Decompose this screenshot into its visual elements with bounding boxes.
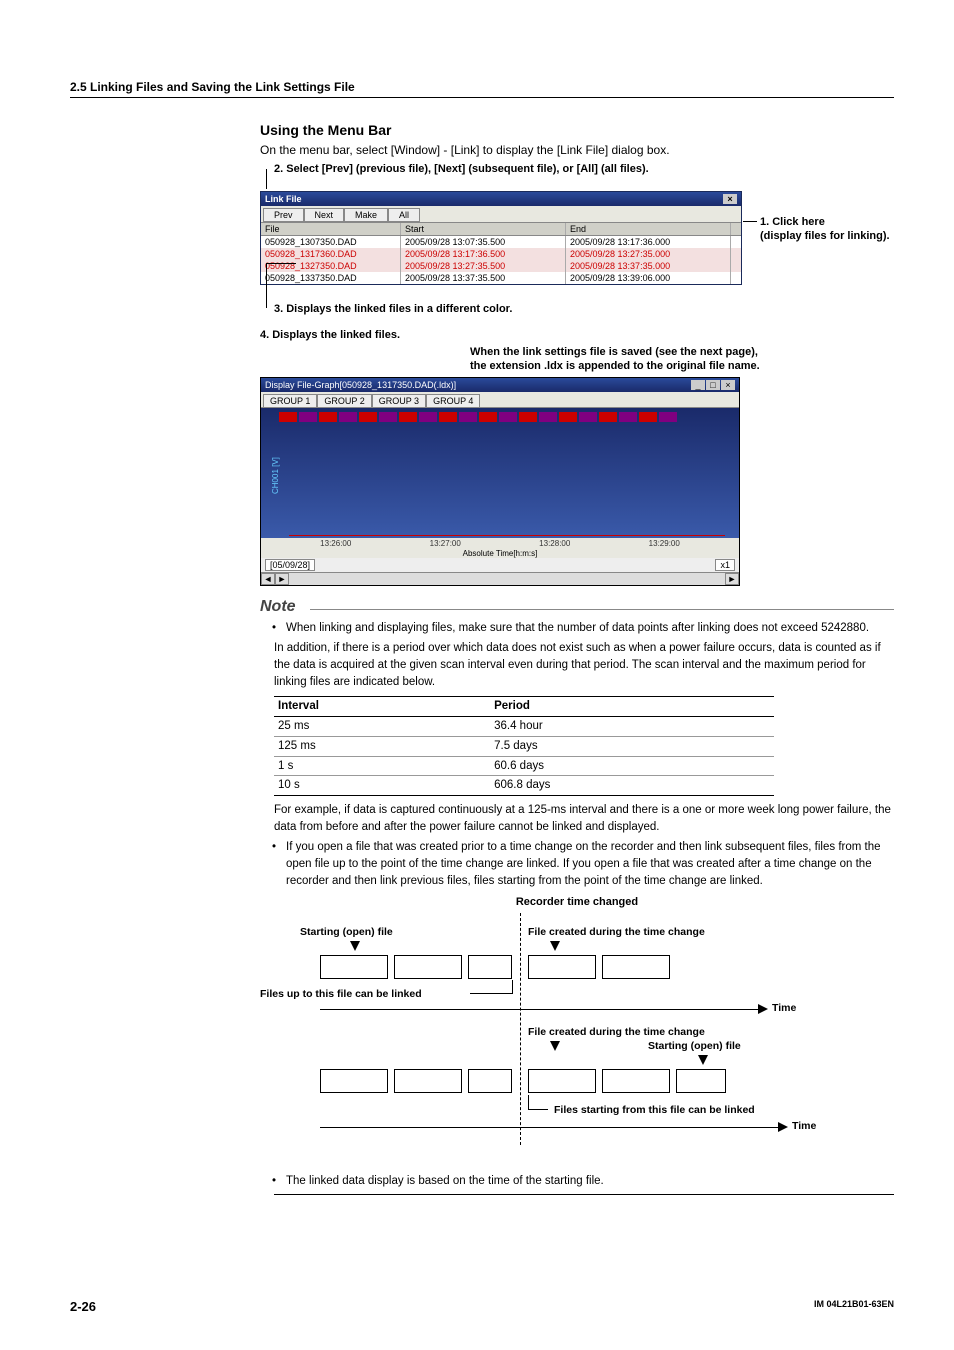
callout-2: 2. Select [Prev] (previous file), [Next]… [274, 163, 649, 175]
note-bullet-2: If you open a file that was created prio… [276, 839, 894, 889]
subsection-heading: Using the Menu Bar [260, 122, 894, 138]
minimize-icon[interactable]: _ [691, 380, 705, 390]
col-start: Start [401, 223, 566, 235]
close-icon[interactable]: × [721, 380, 735, 390]
table-row: 1 s60.6 days [274, 756, 774, 776]
section-heading: 2.5 Linking Files and Saving the Link Se… [70, 80, 894, 98]
table-row: 25 ms36.4 hour [274, 717, 774, 737]
callout-5: When the link settings file is saved (se… [470, 345, 760, 374]
table-row: 125 ms7.5 days [274, 736, 774, 756]
dialog-button-row: Prev Next Make All [261, 206, 741, 222]
tab-group-4[interactable]: GROUP 4 [426, 394, 480, 407]
scroll-right-icon[interactable]: ► [275, 573, 289, 585]
note-bullet-1: When linking and displaying files, make … [276, 620, 894, 637]
callout-4: 4. Displays the linked files. [260, 329, 894, 341]
list-row: 050928_1327350.DAD 2005/09/28 13:27:35.5… [261, 260, 741, 272]
list-row: 050928_1307350.DAD 2005/09/28 13:07:35.5… [261, 236, 741, 248]
graph-window: Display File-Graph[050928_1317350.DAD(.l… [260, 377, 740, 586]
link-file-dialog: Link File × Prev Next Make All File Star… [260, 191, 742, 285]
label-time-2: Time [792, 1119, 816, 1134]
note-p2: For example, if data is captured continu… [274, 802, 894, 835]
chart-area: CH001 [V] [261, 408, 739, 538]
graph-title: Display File-Graph[050928_1317350.DAD(.l… [265, 380, 456, 390]
prev-button[interactable]: Prev [263, 208, 304, 222]
time-change-diagram: Starting (open) file File created during… [260, 913, 894, 1173]
tab-group-2[interactable]: GROUP 2 [317, 394, 371, 407]
make-button[interactable]: Make [344, 208, 388, 222]
table-row: 10 s606.8 days [274, 776, 774, 796]
page-footer: 2-26 IM 04L21B01-63EN [70, 1299, 894, 1314]
label-starting-file: Starting (open) file [300, 925, 393, 940]
label-starting-file-2: Starting (open) file [648, 1039, 741, 1054]
diagram-title: Recorder time changed [260, 895, 894, 911]
label-from-this: Files starting from this file can be lin… [554, 1103, 755, 1118]
note-heading: Note [260, 598, 302, 616]
scroll-left-icon[interactable]: ◄ [261, 573, 275, 585]
page-number: 2-26 [70, 1299, 96, 1314]
list-row: 050928_1337350.DAD 2005/09/28 13:37:35.5… [261, 272, 741, 284]
group-tabs: GROUP 1 GROUP 2 GROUP 3 GROUP 4 [261, 392, 739, 408]
link-file-figure: 2. Select [Prev] (previous file), [Next]… [260, 163, 894, 323]
scroll-right-end-icon[interactable]: ► [725, 573, 739, 585]
callout-3: 3. Displays the linked files in a differ… [274, 303, 512, 315]
th-interval: Interval [274, 697, 490, 717]
label-time-1: Time [772, 1001, 796, 1016]
tab-group-3[interactable]: GROUP 3 [372, 394, 426, 407]
col-end: End [566, 223, 731, 235]
list-header: File Start End [261, 222, 741, 236]
next-button[interactable]: Next [304, 208, 345, 222]
x-axis: 13:26:00 13:27:00 13:28:00 13:29:00 [261, 538, 739, 549]
doc-id: IM 04L21B01-63EN [814, 1299, 894, 1314]
file-list: 050928_1307350.DAD 2005/09/28 13:07:35.5… [261, 236, 741, 284]
all-button[interactable]: All [388, 208, 420, 222]
label-created-during: File created during the time change [528, 925, 705, 940]
interval-table: Interval Period 25 ms36.4 hour 125 ms7.5… [274, 696, 774, 795]
list-row: 050928_1317360.DAD 2005/09/28 13:17:36.5… [261, 248, 741, 260]
callout-1: 1. Click here (display files for linking… [760, 215, 890, 244]
note-p1: In addition, if there is a period over w… [274, 640, 894, 690]
zoom-box: x1 [715, 559, 735, 571]
maximize-icon[interactable]: □ [706, 380, 720, 390]
axis-label: Absolute Time[h:m:s] [261, 549, 739, 558]
note-bullet-3: The linked data display is based on the … [276, 1173, 894, 1190]
col-file: File [261, 223, 401, 235]
label-created-during-2: File created during the time change [528, 1025, 705, 1040]
th-period: Period [490, 697, 774, 717]
label-up-to: Files up to this file can be linked [260, 987, 422, 1002]
note-section: Note When linking and displaying files, … [260, 598, 894, 1195]
date-box: [05/09/28] [265, 559, 315, 571]
close-icon[interactable]: × [723, 194, 737, 204]
graph-figure: 4. Displays the linked files. When the l… [260, 329, 894, 586]
intro-text: On the menu bar, select [Window] - [Link… [260, 142, 894, 159]
